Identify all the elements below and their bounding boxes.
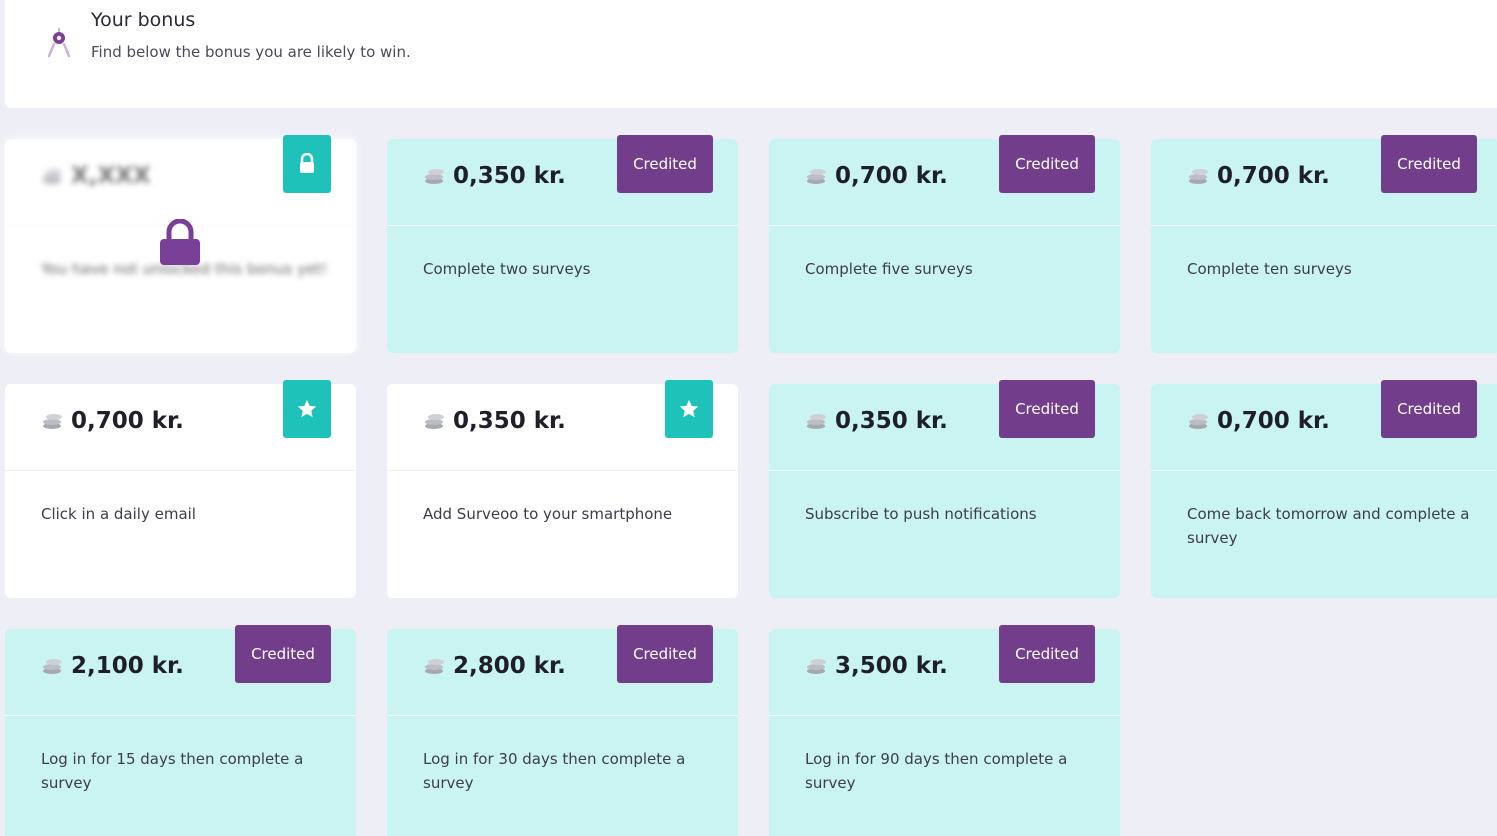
page-subtitle: Find below the bonus you are likely to w…	[91, 43, 411, 61]
bonus-amount-text: 0,350 kr.	[453, 408, 566, 434]
coins-icon	[807, 414, 826, 429]
star-badge	[665, 380, 713, 438]
credited-badge: Credited	[999, 625, 1095, 683]
bonus-amount-text: 2,100 kr.	[71, 653, 184, 679]
bonus-description: Log in for 90 days then complete a surve…	[805, 750, 1068, 792]
bonus-amount: 0,700 kr.	[1187, 163, 1330, 189]
bonus-amount: 0,700 kr.	[805, 163, 948, 189]
card-divider	[769, 225, 1120, 226]
bonus-amount: 0,350 kr.	[805, 408, 948, 434]
credited-badge: Credited	[1381, 135, 1477, 193]
star-icon	[679, 399, 699, 418]
page-title: Your bonus	[91, 9, 196, 31]
coins-icon	[1189, 169, 1208, 184]
credited-badge: Credited	[617, 135, 713, 193]
bonus-amount-text: 0,350 kr.	[835, 408, 948, 434]
bonus-header: Your bonus Find below the bonus you are …	[5, 0, 1497, 108]
card-divider	[5, 470, 356, 471]
bonus-card: 0,700 kr. Credited Come back tomorrow an…	[1151, 380, 1497, 598]
coins-icon	[807, 169, 826, 184]
bonus-description: Click in a daily email	[41, 505, 196, 523]
coins-icon	[1189, 414, 1208, 429]
bonus-description: Complete five surveys	[805, 260, 973, 278]
credited-badge: Credited	[999, 380, 1095, 438]
card-divider	[387, 225, 738, 226]
star-icon	[297, 399, 317, 418]
compass-pin-icon	[47, 28, 71, 58]
credited-badge: Credited	[617, 625, 713, 683]
bonus-description: Subscribe to push notifications	[805, 505, 1037, 523]
star-badge	[283, 380, 331, 438]
bonus-amount: 2,100 kr.	[41, 653, 184, 679]
bonus-description: Complete ten surveys	[1187, 260, 1352, 278]
bonus-description: Log in for 30 days then complete a surve…	[423, 750, 686, 792]
bonus-description: Complete two surveys	[423, 260, 591, 278]
coins-icon	[425, 169, 444, 184]
bonus-card: 0,700 kr. Credited Complete five surveys	[769, 135, 1120, 353]
bonus-card[interactable]: 0,700 kr. Click in a daily email	[5, 380, 356, 598]
coins-icon	[425, 414, 444, 429]
bonus-card: 2,100 kr. Credited Log in for 15 days th…	[5, 625, 356, 836]
credited-badge: Credited	[1381, 380, 1477, 438]
bonus-amount: 0,350 kr.	[423, 163, 566, 189]
lock-icon	[160, 219, 200, 265]
bonus-amount: 0,700 kr.	[41, 408, 184, 434]
bonus-card: 0,350 kr. Credited Complete two surveys	[387, 135, 738, 353]
credited-badge: Credited	[235, 625, 331, 683]
card-divider	[5, 715, 356, 716]
bonus-card[interactable]: 0,350 kr. Add Surveoo to your smartphone	[387, 380, 738, 598]
card-divider	[769, 470, 1120, 471]
bonus-amount-text: 0,350 kr.	[453, 163, 566, 189]
bonus-description: Log in for 15 days then complete a surve…	[41, 750, 304, 792]
bonus-description: Come back tomorrow and complete a survey	[1187, 505, 1470, 547]
bonus-description: Add Surveoo to your smartphone	[423, 505, 673, 523]
lock-badge	[283, 135, 331, 193]
bonus-card: 0,700 kr. Credited Complete ten surveys	[1151, 135, 1497, 353]
bonus-card: 2,800 kr. Credited Log in for 30 days th…	[387, 625, 738, 836]
coins-icon	[43, 414, 62, 429]
card-divider	[1151, 225, 1497, 226]
coins-icon	[43, 659, 62, 674]
bonus-amount-text: X,XXX	[71, 163, 151, 189]
bonus-card-locked: X,XXX You have not unlocked this bonus y…	[5, 135, 356, 353]
credited-badge: Credited	[999, 135, 1095, 193]
coins-icon	[807, 659, 826, 674]
bonus-amount: X,XXX	[41, 163, 151, 189]
bonus-amount-text: 3,500 kr.	[835, 653, 948, 679]
card-divider	[387, 715, 738, 716]
bonus-amount: 0,350 kr.	[423, 408, 566, 434]
bonus-amount-text: 0,700 kr.	[71, 408, 184, 434]
lock-icon	[300, 153, 314, 173]
bonus-card: 3,500 kr. Credited Log in for 90 days th…	[769, 625, 1120, 836]
bonus-amount-text: 0,700 kr.	[835, 163, 948, 189]
bonus-card: 0,350 kr. Credited Subscribe to push not…	[769, 380, 1120, 598]
coins-icon	[43, 169, 62, 184]
card-divider	[387, 470, 738, 471]
bonus-amount-text: 0,700 kr.	[1217, 163, 1330, 189]
coins-icon	[425, 659, 444, 674]
card-divider	[769, 715, 1120, 716]
bonus-amount: 3,500 kr.	[805, 653, 948, 679]
bonus-amount-text: 0,700 kr.	[1217, 408, 1330, 434]
card-divider	[1151, 470, 1497, 471]
bonus-amount: 2,800 kr.	[423, 653, 566, 679]
bonus-amount: 0,700 kr.	[1187, 408, 1330, 434]
bonus-amount-text: 2,800 kr.	[453, 653, 566, 679]
